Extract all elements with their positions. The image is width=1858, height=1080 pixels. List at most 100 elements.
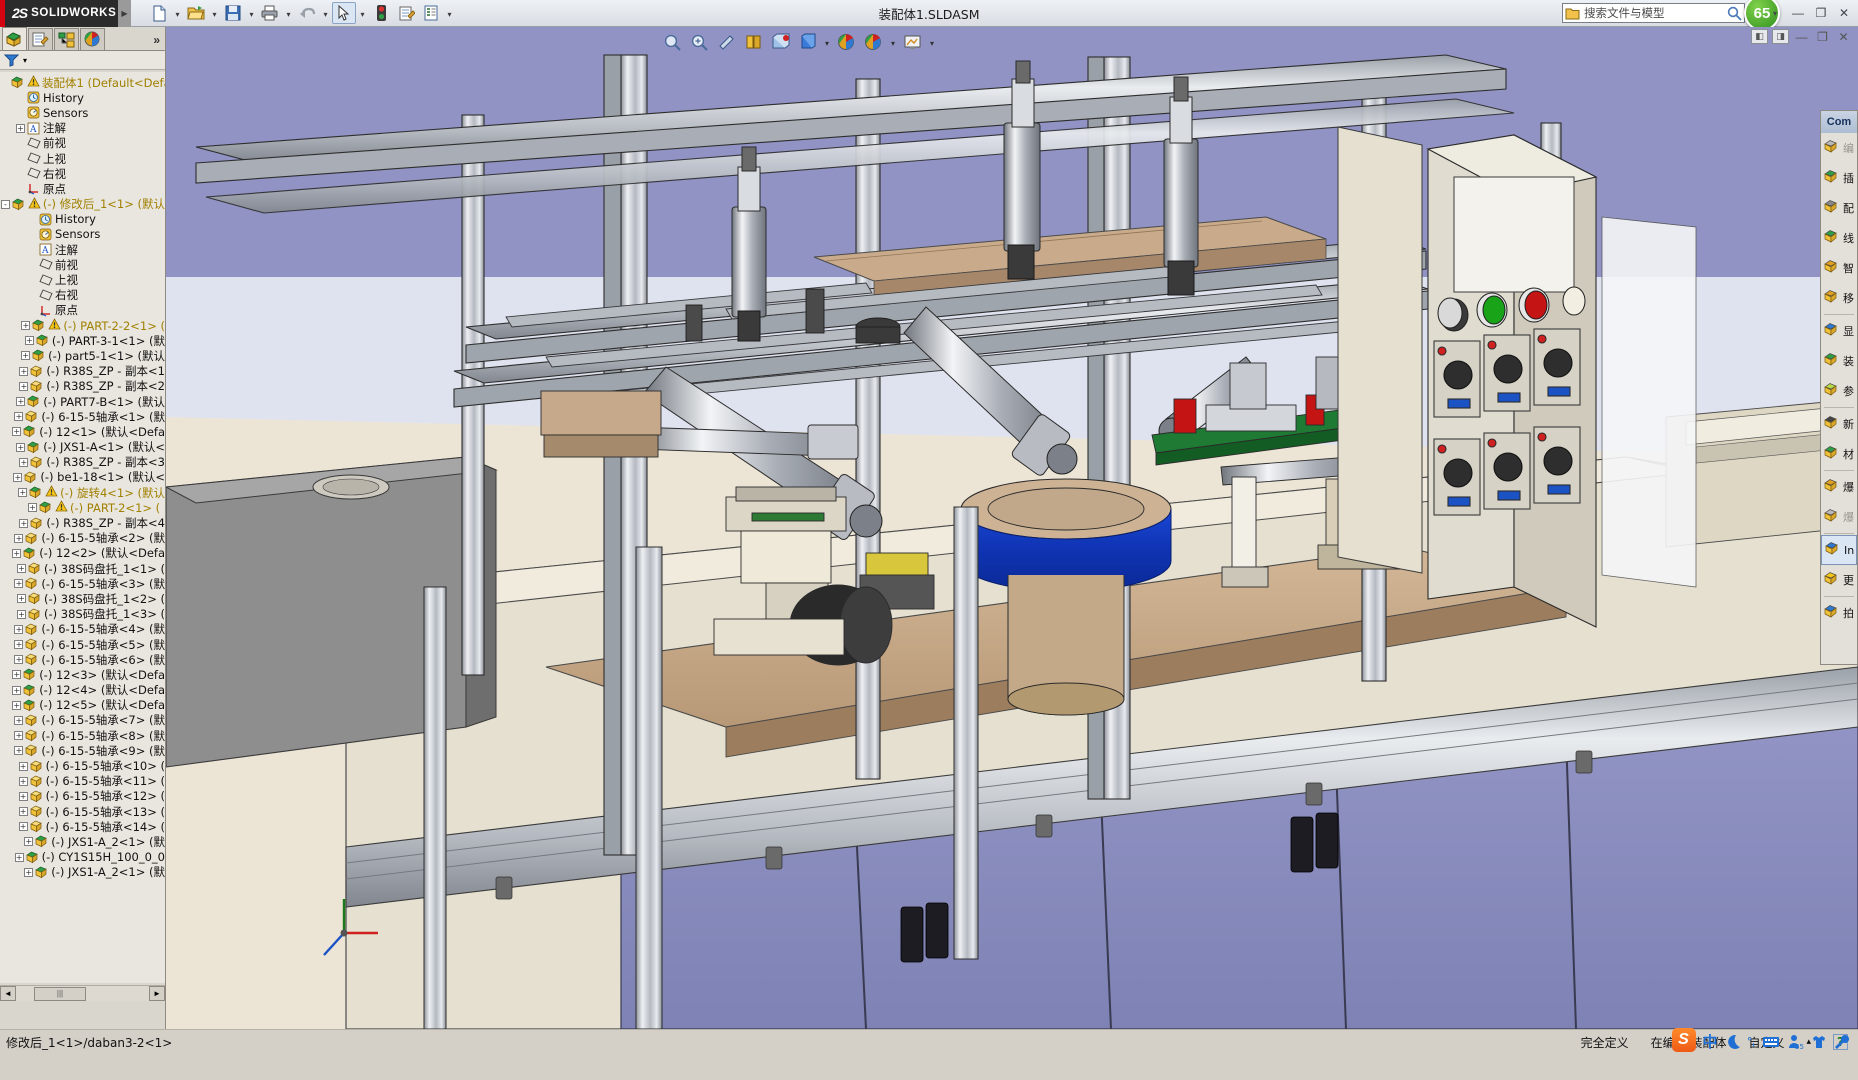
tree-expander[interactable]: +	[14, 852, 24, 862]
taskpane-show-hidden[interactable]: 显	[1821, 316, 1857, 346]
tree-item[interactable]: + (-) 6-15-5轴承<4> (默	[0, 622, 165, 637]
tree-item[interactable]: + (-) R38S_ZP - 副本<3	[0, 455, 165, 470]
open-document-button[interactable]	[184, 2, 208, 24]
configuration-manager-tab[interactable]	[54, 28, 79, 50]
scene-caret[interactable]: ▾	[888, 30, 898, 54]
print-button[interactable]	[258, 2, 282, 24]
tree-expander[interactable]: +	[24, 336, 34, 346]
tree-expander[interactable]: +	[18, 822, 28, 832]
menu-expand-arrow[interactable]: ▶	[118, 0, 131, 27]
tree-expander[interactable]: +	[18, 776, 28, 786]
undo-button[interactable]	[295, 2, 319, 24]
taskpane-exploded-view[interactable]: 爆	[1821, 472, 1857, 502]
tree-item[interactable]: + (-) JXS1-A<1> (默认<	[0, 440, 165, 455]
tree-item[interactable]: + (-) CY1S15H_100_0_0	[0, 850, 165, 865]
tree-item[interactable]: A 注解	[0, 242, 165, 257]
view-settings-icon[interactable]	[900, 30, 925, 54]
tree-expander[interactable]: +	[19, 366, 29, 376]
tree-item[interactable]: + A 注解	[0, 121, 165, 136]
tree-item[interactable]: + (-) R38S_ZP - 副本<1	[0, 364, 165, 379]
tree-item[interactable]: + (-) 6-15-5轴承<12> (	[0, 789, 165, 804]
tree-item[interactable]: + (-) 6-15-5轴承<13> (	[0, 804, 165, 819]
tree-expander[interactable]: +	[12, 700, 22, 710]
tree-item[interactable]: + (-) 38S码盘托_1<3> (	[0, 607, 165, 622]
restore-window-button[interactable]: ❐	[1811, 4, 1831, 22]
tree-expander[interactable]: +	[12, 427, 22, 437]
ime-chinese-mode[interactable]: 中	[1703, 1031, 1718, 1052]
file-properties-button[interactable]	[394, 2, 418, 24]
tree-expander[interactable]: +	[19, 518, 29, 528]
hide-show-icon[interactable]	[795, 30, 820, 54]
display-style-icon[interactable]	[768, 30, 793, 54]
taskpane-reference-geometry[interactable]: 参	[1821, 376, 1857, 406]
tree-item[interactable]: + (-) part5-1<1> (默认	[0, 348, 165, 363]
tree-expander[interactable]: +	[14, 731, 24, 741]
tree-expander[interactable]: +	[14, 579, 24, 589]
appearance-sphere-icon[interactable]	[834, 30, 859, 54]
display-manager-tab[interactable]	[80, 28, 105, 50]
tree-expander[interactable]: +	[28, 503, 37, 513]
tree-item[interactable]: + (-) PART-2<1> (	[0, 500, 165, 515]
tree-item[interactable]: + (-) 6-15-5轴承<14> (	[0, 819, 165, 834]
property-manager-tab[interactable]	[28, 28, 53, 50]
tree-expander[interactable]: +	[12, 685, 22, 695]
taskpane-linear-pattern[interactable]: 线	[1821, 223, 1857, 253]
taskpane-instant3d[interactable]: In	[1821, 535, 1857, 565]
tree-expander[interactable]: +	[16, 594, 26, 604]
tree-item[interactable]: 原点	[0, 181, 165, 196]
tree-expander[interactable]: +	[19, 457, 29, 467]
minimize-document-button[interactable]: —	[1793, 29, 1810, 44]
tree-expander[interactable]: +	[14, 412, 24, 422]
tree-expander[interactable]: +	[14, 640, 24, 650]
tree-expander[interactable]: +	[16, 123, 25, 133]
tree-item[interactable]: + (-) 12<2> (默认<Defa	[0, 546, 165, 561]
tree-item[interactable]: + (-) 12<1> (默认<Defa	[0, 424, 165, 439]
tree-expander[interactable]: +	[16, 397, 26, 407]
tree-expander[interactable]: +	[21, 321, 31, 331]
tree-item[interactable]: + (-) 12<4> (默认<Defa	[0, 683, 165, 698]
view-orientation-icon[interactable]	[741, 30, 766, 54]
filter-caret[interactable]: ▾	[23, 56, 27, 65]
tree-expander[interactable]: +	[21, 351, 31, 361]
ime-toolbar[interactable]: S 中 °, 25	[1671, 1027, 1858, 1054]
new-document-button[interactable]	[147, 2, 171, 24]
manager-tab-overflow[interactable]: »	[153, 33, 160, 50]
tree-item[interactable]: + (-) 6-15-5轴承<6> (默	[0, 652, 165, 667]
tree-item[interactable]: - (-) 修改后_1<1> (默认	[0, 196, 165, 212]
ime-skin-icon[interactable]	[1811, 1034, 1827, 1050]
save-button[interactable]	[221, 2, 245, 24]
tree-expander[interactable]: +	[16, 442, 26, 452]
taskpane-move-component[interactable]: 移	[1821, 283, 1857, 313]
ime-keyboard-icon[interactable]	[1762, 1035, 1780, 1049]
taskpane-mate[interactable]: 配	[1821, 193, 1857, 223]
tree-expander[interactable]: +	[18, 807, 28, 817]
tree-scroll-right[interactable]: ►	[149, 986, 165, 1001]
zoom-fit-icon[interactable]	[660, 30, 685, 54]
tree-expander[interactable]: +	[16, 609, 26, 619]
new-document-caret[interactable]: ▾	[172, 2, 183, 24]
tree-item[interactable]: 右视	[0, 166, 165, 181]
taskpane-explode-line-sketch[interactable]: 爆	[1821, 502, 1857, 532]
tree-expander[interactable]: -	[0, 199, 10, 209]
tree-expander[interactable]: +	[13, 472, 23, 482]
tree-item[interactable]: + (-) 12<3> (默认<Defa	[0, 667, 165, 682]
minimize-window-button[interactable]: —	[1788, 4, 1808, 22]
tree-item[interactable]: + (-) 旋转4<1> (默认	[0, 485, 165, 500]
feature-manager-panel[interactable]: » ▾ 装配体1 (Default<DefaulHistorySensors+A…	[0, 27, 166, 1029]
graphics-viewport[interactable]: ▾ ▾ ▾ ◧ ◨ — ❐ ✕	[166, 27, 1858, 1029]
tree-expander[interactable]: +	[19, 381, 29, 391]
close-window-button[interactable]: ✕	[1834, 4, 1854, 22]
hide-show-caret[interactable]: ▾	[822, 30, 832, 54]
tree-item[interactable]: + (-) 6-15-5轴承<5> (默	[0, 637, 165, 652]
tree-expander[interactable]: +	[24, 867, 34, 877]
tree-item[interactable]: + (-) JXS1-A_2<1> (默	[0, 834, 165, 849]
tree-expander[interactable]: +	[14, 533, 24, 543]
restore-document-button[interactable]: ◧	[1751, 29, 1768, 44]
tree-item[interactable]: + (-) 6-15-5轴承<7> (默	[0, 713, 165, 728]
tree-expander[interactable]: +	[16, 564, 26, 574]
tree-item[interactable]: History	[0, 90, 165, 105]
sogou-logo-icon[interactable]: S	[1671, 1027, 1696, 1052]
tree-item[interactable]: + (-) 6-15-5轴承<9> (默	[0, 743, 165, 758]
tree-item[interactable]: Sensors	[0, 227, 165, 242]
search-input[interactable]: 搜索文件与模型	[1562, 3, 1745, 23]
